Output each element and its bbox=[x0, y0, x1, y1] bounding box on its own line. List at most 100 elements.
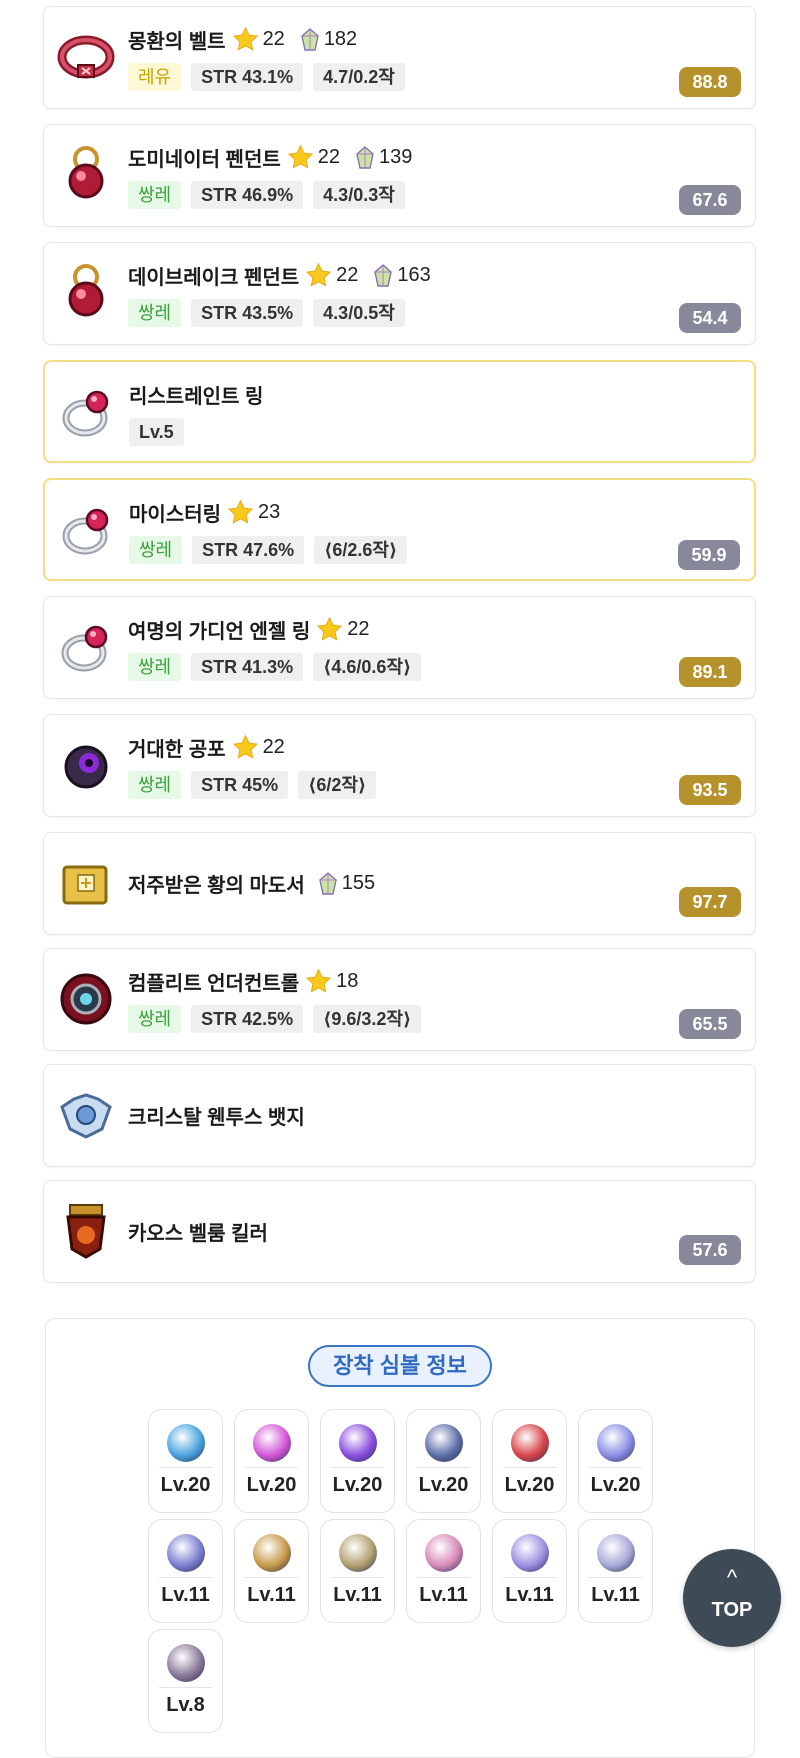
equipment-card[interactable]: 여명의 가디언 엔젤 링 22 쌍레 STR 41.3% ⟨4.6/0.6작⟩ 89.1 bbox=[43, 596, 756, 699]
equipment-card[interactable]: 데이브레이크 펜던트 22 163 쌍레 STR 43.5% 4.3/0.5작 54.4 bbox=[43, 242, 756, 345]
scroll-top-button[interactable]: ^ TOP bbox=[683, 1549, 781, 1647]
score-badge: 57.6 bbox=[679, 1235, 741, 1265]
item-name: 카오스 벨룸 킬러 bbox=[128, 1223, 268, 1245]
equipment-card[interactable]: 거대한 공포 22 쌍레 STR 45% ⟨6/2작⟩ 93.5 bbox=[43, 714, 756, 817]
symbol-level: Lv.11 bbox=[161, 1584, 210, 1606]
symbol-orb-icon bbox=[167, 1534, 205, 1572]
item-tags: 레유 STR 43.1% 4.7/0.2작 bbox=[128, 63, 405, 91]
equipment-card[interactable]: 카오스 벨룸 킬러 57.6 bbox=[43, 1180, 756, 1283]
symbol-divider bbox=[589, 1577, 642, 1578]
symbol-level: Lv.20 bbox=[332, 1474, 383, 1496]
item-name: 거대한 공포 bbox=[128, 739, 226, 761]
symbol-divider bbox=[159, 1577, 212, 1578]
item-name: 크리스탈 웬투스 뱃지 bbox=[128, 1107, 305, 1129]
authentic-symbol[interactable]: Lv.11 bbox=[234, 1519, 309, 1623]
symbol-orb-icon bbox=[425, 1534, 463, 1572]
ring-icon bbox=[56, 617, 116, 677]
symbol-divider bbox=[159, 1467, 212, 1468]
pendant-icon bbox=[56, 263, 116, 323]
starforce-count: 22 bbox=[336, 264, 359, 286]
symbol-orb-icon bbox=[597, 1424, 635, 1462]
symbol-level: Lv.11 bbox=[247, 1584, 296, 1606]
symbol-level: Lv.11 bbox=[591, 1584, 640, 1606]
equipment-card[interactable]: 몽환의 벨트 22 182 레유 STR 43.1% 4.7/0.2작 88.8 bbox=[43, 6, 756, 109]
symbol-divider bbox=[503, 1467, 556, 1468]
book-icon bbox=[56, 853, 116, 913]
equipment-card[interactable]: 도미네이터 펜던트 22 139 쌍레 STR 46.9% 4.3/0.3작 67.6 bbox=[43, 124, 756, 227]
symbol-level: Lv.20 bbox=[246, 1474, 297, 1496]
potential-tag: 쌍레 bbox=[128, 299, 182, 327]
symbol-panel: 장착 심볼 정보 Lv.20 Lv.20 Lv.20 Lv.20 Lv.20 Lv.20 L… bbox=[45, 1318, 755, 1758]
eye-accessory-icon bbox=[56, 735, 116, 795]
medal-icon bbox=[56, 1201, 116, 1261]
symbol-divider bbox=[417, 1467, 470, 1468]
scroll-tag: 4.7/0.2작 bbox=[313, 63, 405, 91]
symbol-level: Lv.20 bbox=[504, 1474, 555, 1496]
arcane-symbol[interactable]: Lv.20 bbox=[406, 1409, 481, 1513]
item-name-row: 리스트레인트 링 bbox=[129, 380, 269, 409]
arcane-symbol[interactable]: Lv.20 bbox=[148, 1409, 223, 1513]
score-badge: 54.4 bbox=[679, 303, 741, 333]
arcane-symbol[interactable]: Lv.20 bbox=[578, 1409, 653, 1513]
scroll-tag: 4.3/0.3작 bbox=[313, 181, 405, 209]
arcane-symbol[interactable]: Lv.20 bbox=[492, 1409, 567, 1513]
symbol-orb-icon bbox=[597, 1534, 635, 1572]
item-tags: 쌍레 STR 43.5% 4.3/0.5작 bbox=[128, 299, 405, 327]
symbol-divider bbox=[331, 1467, 384, 1468]
authentic-symbol[interactable]: Lv.11 bbox=[578, 1519, 653, 1623]
item-name: 도미네이터 펜던트 bbox=[128, 149, 281, 171]
scroll-tag: ⟨6/2.6작⟩ bbox=[314, 536, 408, 564]
symbol-level: Lv.11 bbox=[419, 1584, 468, 1606]
starforce-count: 22 bbox=[262, 736, 285, 758]
authentic-symbol[interactable]: Lv.11 bbox=[320, 1519, 395, 1623]
starforce-count: 22 bbox=[317, 146, 341, 168]
item-tags: 쌍레 STR 41.3% ⟨4.6/0.6작⟩ bbox=[128, 653, 422, 681]
item-name: 여명의 가디언 엔젤 링 bbox=[128, 621, 311, 643]
symbol-orb-icon bbox=[511, 1534, 549, 1572]
arcane-symbol[interactable]: Lv.20 bbox=[320, 1409, 395, 1513]
item-name: 리스트레인트 링 bbox=[129, 386, 264, 408]
scroll-top-label: TOP bbox=[711, 1599, 753, 1621]
symbol-panel-title: 장착 심볼 정보 bbox=[308, 1345, 492, 1387]
score-badge: 89.1 bbox=[679, 657, 741, 687]
item-name-row: 크리스탈 웬투스 뱃지 bbox=[128, 1101, 311, 1130]
stat-tag: STR 47.6% bbox=[192, 536, 305, 564]
soul-gem-icon bbox=[354, 145, 376, 170]
symbol-divider bbox=[245, 1467, 298, 1468]
gem-count: 182 bbox=[323, 28, 358, 50]
authentic-symbol[interactable]: Lv.11 bbox=[492, 1519, 567, 1623]
gem-count: 155 bbox=[341, 872, 376, 894]
authentic-symbol[interactable]: Lv.11 bbox=[406, 1519, 481, 1623]
equipment-card[interactable]: 마이스터링 23 쌍레 STR 47.6% ⟨6/2.6작⟩ 59.9 bbox=[43, 478, 756, 581]
equipment-card[interactable]: 컴플리트 언더컨트롤 18 쌍레 STR 42.5% ⟨9.6/3.2작⟩ 65.5 bbox=[43, 948, 756, 1051]
starforce-count: 22 bbox=[262, 28, 285, 50]
item-name-row: 거대한 공포 22 bbox=[128, 733, 293, 762]
equipment-card[interactable]: 리스트레인트 링 Lv.5 bbox=[43, 360, 756, 463]
symbol-level: Lv.11 bbox=[505, 1584, 554, 1606]
scroll-tag: ⟨4.6/0.6작⟩ bbox=[313, 653, 422, 681]
item-name-row: 도미네이터 펜던트 22 139 bbox=[128, 143, 420, 172]
ring-icon bbox=[57, 382, 117, 442]
level-tag: Lv.5 bbox=[129, 418, 184, 446]
starforce-icon bbox=[305, 968, 332, 995]
equipment-card[interactable]: 저주받은 황의 마도서 155 97.7 bbox=[43, 832, 756, 935]
score-badge: 67.6 bbox=[679, 185, 741, 215]
soul-gem-icon bbox=[317, 871, 339, 896]
starforce-count: 18 bbox=[336, 970, 359, 992]
starforce-count: 23 bbox=[258, 501, 281, 523]
symbol-orb-icon bbox=[339, 1424, 377, 1462]
grand-symbol[interactable]: Lv.8 bbox=[148, 1629, 223, 1733]
soul-gem-icon bbox=[372, 263, 394, 288]
equipment-card[interactable]: 크리스탈 웬투스 뱃지 bbox=[43, 1064, 756, 1167]
soul-gem-icon bbox=[299, 27, 321, 52]
gem-count: 163 bbox=[397, 264, 431, 286]
item-name-row: 여명의 가디언 엔젤 링 22 bbox=[128, 615, 378, 644]
stat-tag: STR 41.3% bbox=[191, 653, 304, 681]
item-tags: 쌍레 STR 47.6% ⟨6/2.6작⟩ bbox=[129, 536, 408, 564]
item-name-row: 몽환의 벨트 22 182 bbox=[128, 25, 365, 54]
item-name: 데이브레이크 펜던트 bbox=[128, 267, 300, 289]
symbol-orb-icon bbox=[253, 1534, 291, 1572]
authentic-symbol[interactable]: Lv.11 bbox=[148, 1519, 223, 1623]
arcane-symbol[interactable]: Lv.20 bbox=[234, 1409, 309, 1513]
item-tags: 쌍레 STR 45% ⟨6/2작⟩ bbox=[128, 771, 377, 799]
